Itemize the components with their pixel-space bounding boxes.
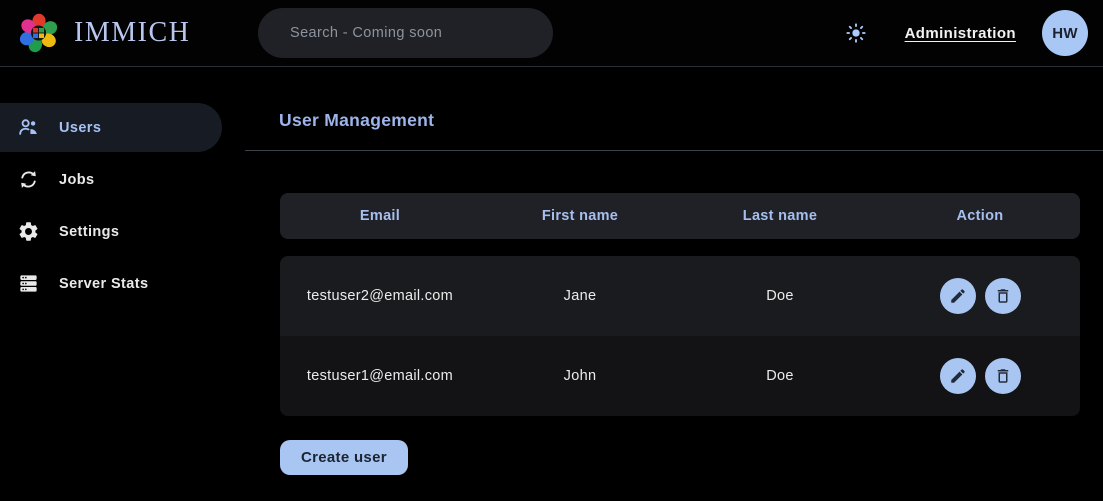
edit-pencil-icon: [949, 367, 967, 385]
cell-email: testuser1@email.com: [280, 368, 480, 384]
table-row: testuser1@email.com John Doe: [280, 336, 1080, 416]
column-header-email: Email: [280, 208, 480, 224]
sync-icon: [17, 168, 40, 191]
gear-icon: [17, 220, 40, 243]
page-title: User Management: [279, 110, 1103, 131]
edit-user-button[interactable]: [940, 358, 976, 394]
brand[interactable]: IMMICH: [16, 11, 258, 55]
edit-user-button[interactable]: [940, 278, 976, 314]
cell-actions: [880, 278, 1080, 314]
delete-user-button[interactable]: [985, 278, 1021, 314]
avatar[interactable]: HW: [1042, 10, 1088, 56]
table-row: testuser2@email.com Jane Doe: [280, 256, 1080, 336]
sidebar: Users Jobs Settings: [0, 67, 245, 500]
brand-name: IMMICH: [74, 17, 190, 49]
search-input[interactable]: Search - Coming soon: [258, 8, 553, 58]
delete-trash-icon: [994, 287, 1012, 305]
header-right: Administration HW: [841, 10, 1088, 56]
title-divider: [245, 150, 1103, 151]
cell-last-name: Doe: [680, 288, 880, 304]
column-header-last-name: Last name: [680, 208, 880, 224]
sidebar-item-label: Server Stats: [59, 276, 148, 292]
sidebar-item-label: Settings: [59, 224, 119, 240]
immich-flower-logo: [16, 11, 62, 55]
delete-trash-icon: [994, 367, 1012, 385]
create-user-button[interactable]: Create user: [280, 440, 408, 475]
main-content: User Management Email First name Last na…: [245, 67, 1103, 500]
cell-first-name: Jane: [480, 288, 680, 304]
table-header-row: Email First name Last name Action: [280, 193, 1080, 239]
sidebar-item-users[interactable]: Users: [0, 103, 222, 152]
user-table: Email First name Last name Action testus…: [280, 193, 1080, 416]
edit-pencil-icon: [949, 287, 967, 305]
sidebar-item-settings[interactable]: Settings: [0, 207, 222, 256]
app-header: IMMICH Search - Coming soon Administrati…: [0, 0, 1103, 67]
cell-first-name: John: [480, 368, 680, 384]
sidebar-item-jobs[interactable]: Jobs: [0, 155, 222, 204]
sidebar-item-label: Users: [59, 120, 101, 136]
users-icon: [17, 116, 40, 139]
cell-last-name: Doe: [680, 368, 880, 384]
sidebar-item-server-stats[interactable]: Server Stats: [0, 259, 222, 308]
column-header-first-name: First name: [480, 208, 680, 224]
administration-link[interactable]: Administration: [905, 25, 1016, 42]
server-icon: [17, 272, 40, 295]
cell-email: testuser2@email.com: [280, 288, 480, 304]
sidebar-item-label: Jobs: [59, 172, 94, 188]
sun-icon: [845, 22, 867, 44]
table-body: testuser2@email.com Jane Doe: [280, 256, 1080, 416]
cell-actions: [880, 358, 1080, 394]
delete-user-button[interactable]: [985, 358, 1021, 394]
column-header-action: Action: [880, 208, 1080, 224]
theme-toggle-button[interactable]: [841, 18, 871, 48]
